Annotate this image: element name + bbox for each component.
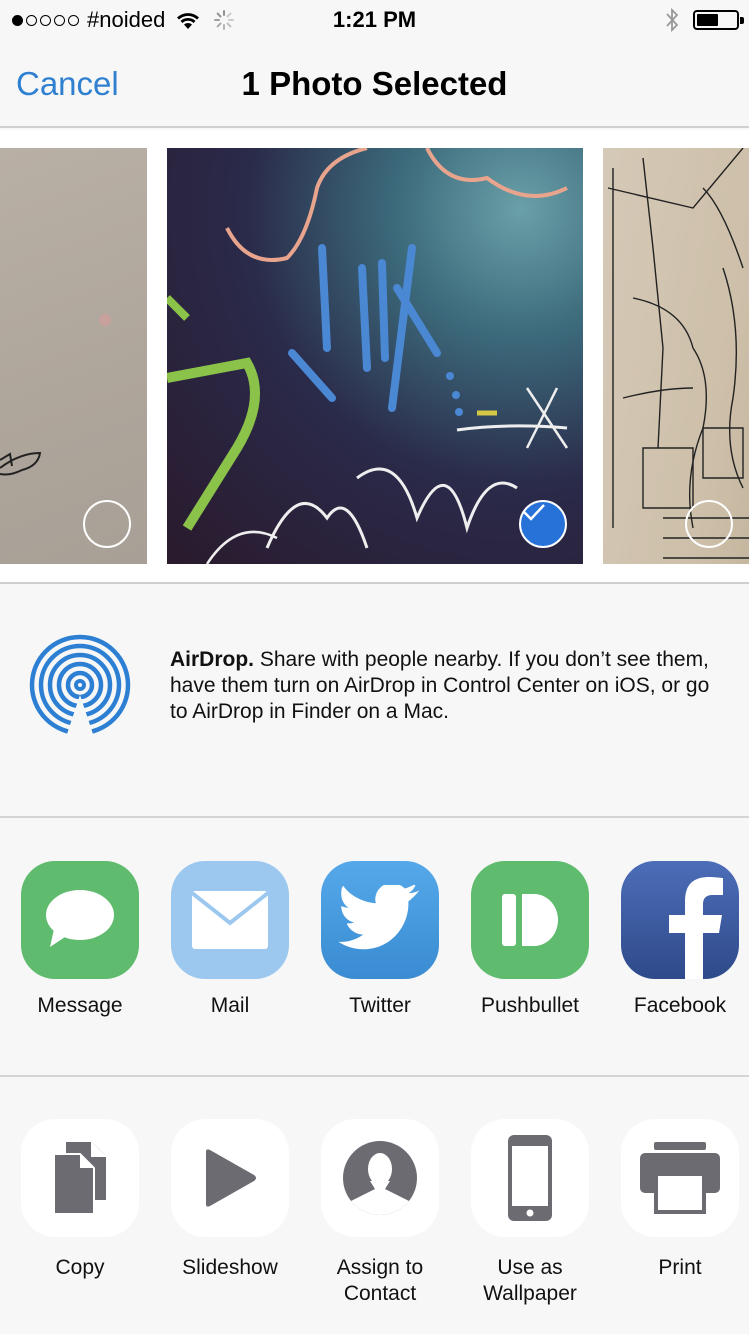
photo-content: [607, 148, 749, 559]
airdrop-description: AirDrop. Share with people nearby. If yo…: [170, 647, 730, 725]
action-wallpaper[interactable]: Use as Wallpaper: [455, 1119, 605, 1307]
twitter-icon: [321, 861, 439, 979]
photo-thumbnail[interactable]: [603, 148, 749, 564]
app-label: Facebook: [633, 994, 727, 1017]
action-copy[interactable]: Copy: [5, 1119, 155, 1281]
photo-select-toggle[interactable]: [685, 500, 733, 548]
checkmark-icon: [523, 504, 545, 521]
battery-icon: [693, 10, 744, 30]
action-assign-contact[interactable]: Assign to Contact: [305, 1119, 455, 1307]
status-right: [665, 7, 744, 33]
pushbullet-icon: [471, 861, 589, 979]
battery-level: [697, 14, 718, 26]
photo-strip[interactable]: [0, 130, 749, 584]
share-apps-row[interactable]: Message Mail Twitter Pushbullet Facebook: [0, 820, 749, 1077]
app-label: Copy: [55, 1256, 105, 1279]
navigation-bar: Cancel 1 Photo Selected: [0, 42, 749, 128]
app-label: Assign to Contact: [336, 1256, 424, 1305]
app-label: Print: [658, 1256, 702, 1279]
bluetooth-icon: [666, 7, 679, 33]
wallpaper-icon: [471, 1119, 589, 1237]
action-slideshow[interactable]: Slideshow: [155, 1119, 305, 1281]
share-app-mail[interactable]: Mail: [155, 861, 305, 1019]
slideshow-icon: [171, 1119, 289, 1237]
copy-icon: [21, 1119, 139, 1237]
app-label: Message: [37, 994, 123, 1017]
status-bar: #noided 1:21 PM: [0, 0, 749, 42]
airdrop-section: AirDrop. Share with people nearby. If yo…: [0, 586, 749, 818]
page-title: 1 Photo Selected: [241, 65, 508, 102]
share-app-twitter[interactable]: Twitter: [305, 861, 455, 1019]
share-app-facebook[interactable]: Facebook: [605, 861, 749, 1019]
message-icon: [21, 861, 139, 979]
action-print[interactable]: Print: [605, 1119, 749, 1281]
app-label: Slideshow: [182, 1256, 278, 1279]
print-icon: [621, 1119, 739, 1237]
photo-thumbnail[interactable]: [0, 148, 147, 564]
clock: 1:21 PM: [332, 7, 417, 32]
share-app-message[interactable]: Message: [5, 861, 155, 1019]
photo-select-toggle[interactable]: [519, 500, 567, 548]
actions-row[interactable]: Copy Slideshow Assign to Contact Use as …: [0, 1079, 749, 1334]
facebook-icon: [621, 861, 739, 979]
photo-content: [0, 314, 111, 476]
app-label: Mail: [210, 994, 250, 1017]
photo-select-toggle[interactable]: [83, 500, 131, 548]
airdrop-title: AirDrop.: [170, 648, 254, 671]
battery-cap: [740, 17, 744, 24]
app-label: Pushbullet: [480, 994, 580, 1017]
app-label: Use as Wallpaper: [483, 1256, 577, 1305]
airdrop-icon: [29, 634, 131, 736]
photo-thumbnail[interactable]: [167, 148, 583, 564]
contact-icon: [321, 1119, 439, 1237]
mail-icon: [171, 861, 289, 979]
share-app-pushbullet[interactable]: Pushbullet: [455, 861, 605, 1019]
app-label: Twitter: [349, 994, 411, 1017]
